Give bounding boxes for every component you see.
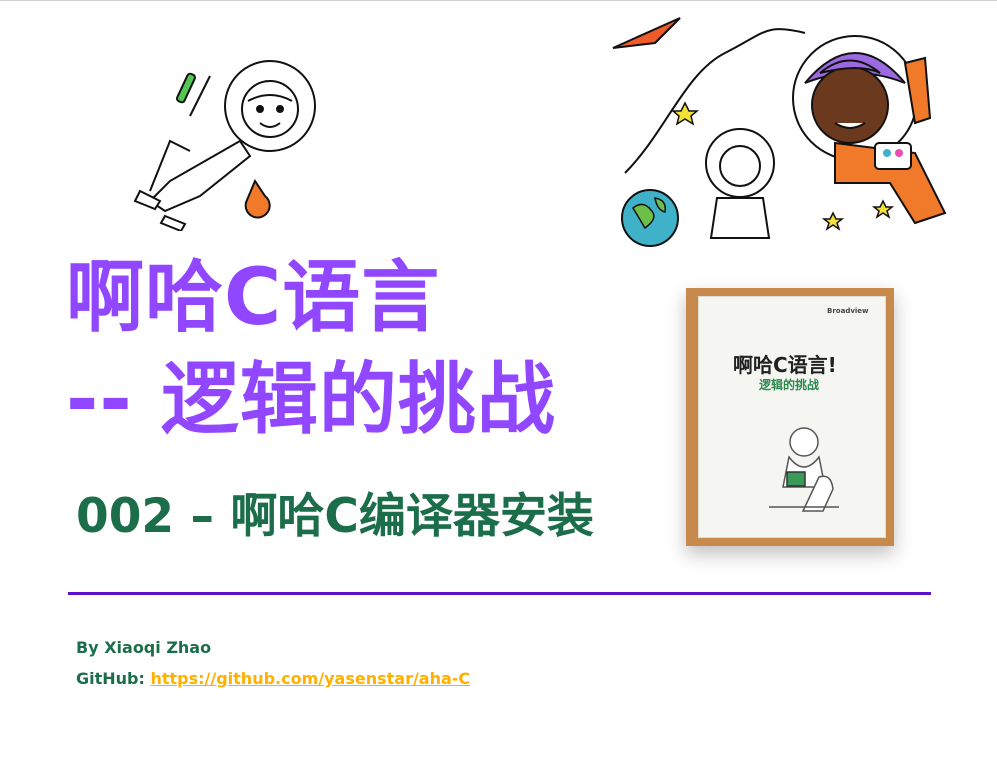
- space-kids-illustration-icon: [612, 17, 947, 247]
- github-line: GitHub: https://github.com/yasenstar/aha…: [76, 669, 470, 688]
- scientist-astronaut-icon: [133, 60, 316, 231]
- book-title: 啊哈C语言!: [733, 353, 837, 377]
- lesson-subtitle: 002 – 啊哈C编译器安装: [76, 489, 594, 544]
- book-illustration-icon: [769, 427, 839, 512]
- github-link[interactable]: https://github.com/yasenstar/aha-C: [150, 669, 470, 688]
- book-cover-photo: Broadview 啊哈C语言! 逻辑的挑战: [686, 288, 894, 546]
- book-subtitle: 逻辑的挑战: [759, 378, 820, 392]
- divider: [68, 592, 931, 595]
- book-publisher-mark: Broadview: [827, 307, 869, 315]
- author-line: By Xiaoqi Zhao: [76, 638, 212, 657]
- slide: 啊哈C语言 -- 逻辑的挑战 002 – 啊哈C编译器安装 Broadview …: [0, 0, 997, 774]
- page-title-line-1: 啊哈C语言: [66, 253, 441, 343]
- book-cover: Broadview 啊哈C语言! 逻辑的挑战: [698, 296, 886, 538]
- page-title-line-2: -- 逻辑的挑战: [66, 355, 556, 445]
- github-label: GitHub:: [76, 669, 151, 688]
